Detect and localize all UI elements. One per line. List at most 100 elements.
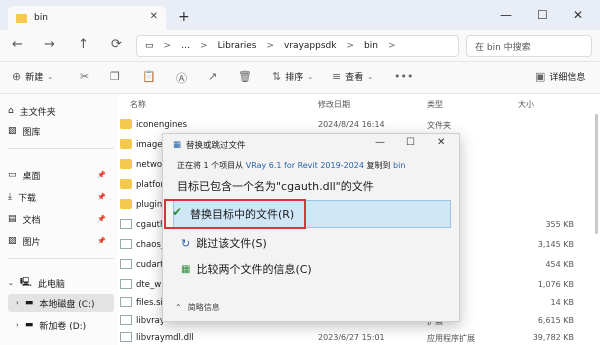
breadcrumb-more[interactable]: …	[181, 41, 190, 51]
minimize-icon[interactable]: —	[500, 8, 512, 22]
copy-prefix: 正在将 1 个项目从	[177, 161, 246, 170]
fewer-details-label: 简略信息	[187, 303, 220, 312]
copy-mid: 复制到	[363, 161, 394, 170]
column-header-date[interactable]: 修改日期	[318, 99, 350, 110]
replace-file-option[interactable]: ✔ 替换目标中的文件(R)	[164, 199, 451, 229]
paste-icon[interactable]: 📋	[142, 70, 156, 83]
file-size: 3,145 KB	[537, 240, 574, 249]
compare-icon: ▦	[181, 263, 191, 275]
file-name: chaos_	[136, 240, 166, 250]
copy-status-text: 正在将 1 个项目从 VRay 6.1 for Revit 2019-2024 …	[177, 160, 405, 171]
details-button[interactable]: ▣ 详细信息	[535, 70, 585, 83]
file-name: platfor	[136, 180, 164, 190]
minimize-icon[interactable]: —	[375, 137, 385, 148]
file-date: 2024/8/24 16:14	[318, 120, 385, 129]
sidebar-item-label: 图库	[22, 127, 41, 138]
maximize-icon[interactable]: ☐	[406, 137, 415, 148]
breadcrumb-vrayappsdk[interactable]: vrayappsdk	[284, 41, 336, 51]
breadcrumb-libraries[interactable]: Libraries	[218, 41, 257, 51]
close-window-icon[interactable]: ✕	[573, 8, 583, 22]
gallery-icon: ▨	[8, 126, 17, 136]
fewer-details-toggle[interactable]: ⌃ 简略信息	[175, 302, 220, 313]
dialog-title-bar: ▦ 替换或跳过文件	[173, 139, 246, 151]
sidebar-item-label: 图片	[22, 237, 41, 248]
divider	[8, 258, 114, 259]
drive-icon: ▬	[24, 320, 34, 330]
file-date: 2023/6/27 15:01	[318, 333, 385, 342]
chevron-down-icon: ⌄	[367, 72, 374, 81]
view-button[interactable]: ≡ 查看 ⌄	[332, 70, 373, 83]
home-icon: ⌂	[8, 106, 14, 116]
skip-file-option[interactable]: ↻ 跳过该文件(S)	[173, 229, 451, 257]
file-name: netwo	[136, 160, 163, 170]
sidebar-item-pictures[interactable]: ▨ 图片 📌	[8, 232, 114, 250]
replace-or-skip-dialog: ▦ 替换或跳过文件 — ☐ ✕ 正在将 1 个项目从 VRay 6.1 for …	[162, 133, 460, 322]
sidebar-item-gallery[interactable]: ▨ 图库	[8, 122, 114, 140]
conflict-message: 目标已包含一个名为"cgauth.dll"的文件	[177, 180, 374, 193]
new-label: 新建	[25, 73, 44, 83]
sort-button[interactable]: ⇅ 排序 ⌄	[272, 70, 313, 83]
tab-close-icon[interactable]: ✕	[150, 11, 158, 22]
file-type: 应用程序扩展	[427, 334, 475, 343]
file-name: image	[136, 140, 163, 150]
rename-icon[interactable]: Ⓐ	[176, 70, 187, 86]
table-row[interactable]: libvraymdl.dll 2023/6/27 15:01 应用程序扩展 39…	[118, 329, 588, 345]
sidebar-item-local-disk-c[interactable]: › ▬ 本地磁盘 (C:)	[8, 294, 114, 312]
column-header-type[interactable]: 类型	[427, 99, 443, 110]
file-icon	[120, 219, 132, 229]
sidebar-item-label: 本地磁盘 (C:)	[39, 299, 95, 310]
compare-files-option[interactable]: ▦ 比较两个文件的信息(C)	[173, 255, 451, 283]
sidebar-item-label: 下载	[17, 193, 36, 204]
skip-arrow-icon: ↻	[181, 236, 191, 250]
sidebar-item-downloads[interactable]: ⤓ 下载 📌	[8, 188, 114, 206]
destination-link[interactable]: bin	[393, 161, 405, 170]
forward-icon[interactable]: →	[44, 37, 55, 52]
source-link[interactable]: VRay 6.1 for Revit 2019-2024	[246, 161, 364, 170]
sidebar-item-label: 此电脑	[37, 279, 65, 290]
maximize-icon[interactable]: ☐	[537, 8, 548, 22]
sidebar-item-home[interactable]: ⌂ 主文件夹	[8, 102, 114, 120]
sort-icon: ⇅	[272, 70, 282, 83]
file-name: plugin	[136, 200, 163, 210]
view-icon: ≡	[332, 70, 342, 83]
breadcrumb-separator: >	[200, 41, 208, 51]
search-input[interactable]: 在 bin 中搜索	[466, 35, 592, 57]
tab-bin[interactable]: bin ✕	[8, 6, 166, 30]
chevron-right-icon: ›	[16, 321, 19, 329]
column-header-size[interactable]: 大小	[518, 99, 534, 110]
sidebar-item-volume-d[interactable]: › ▬ 新加卷 (D:)	[8, 316, 114, 334]
breadcrumb-bin[interactable]: bin	[364, 41, 378, 51]
sidebar-item-desktop[interactable]: ▭ 桌面 📌	[8, 166, 114, 184]
share-icon[interactable]: ↗	[208, 70, 217, 83]
replace-highlight: ✔ 替换目标中的文件(R)	[164, 199, 307, 229]
back-icon[interactable]: ←	[12, 37, 23, 52]
checkmark-icon: ✔	[172, 205, 183, 219]
new-tab-button[interactable]: +	[178, 9, 190, 25]
file-icon	[120, 332, 132, 342]
file-size: 39,782 KB	[532, 333, 574, 342]
skip-label: 跳过该文件(S)	[196, 237, 267, 250]
column-header-name[interactable]: 名称	[130, 99, 146, 110]
breadcrumb-separator: >	[346, 41, 355, 51]
cut-icon[interactable]: ✂	[80, 70, 89, 83]
refresh-icon[interactable]: ⟳	[111, 37, 122, 52]
sidebar-item-documents[interactable]: ▤ 文档 📌	[8, 210, 114, 228]
view-label: 查看	[345, 73, 364, 83]
folder-icon	[120, 199, 132, 209]
file-size: 1,076 KB	[537, 280, 574, 289]
sidebar-item-label: 桌面	[22, 171, 41, 182]
copy-icon[interactable]: ❐	[110, 70, 120, 83]
new-button[interactable]: ⊕ 新建 ⌄	[12, 70, 53, 83]
sort-label: 排序	[285, 73, 304, 83]
more-options-icon[interactable]: •••	[394, 70, 413, 83]
up-icon[interactable]: ↑	[78, 37, 89, 52]
sidebar-item-this-pc[interactable]: ⌄ 🖳 此电脑	[8, 274, 114, 292]
close-icon[interactable]: ✕	[437, 137, 445, 148]
file-name: files.si	[136, 298, 163, 308]
file-size: 6,615 KB	[537, 316, 574, 325]
chevron-up-icon: ⌃	[175, 303, 182, 312]
scrollbar[interactable]	[595, 114, 598, 234]
delete-icon[interactable]: 🗑	[238, 70, 252, 83]
pin-icon: 📌	[97, 237, 106, 245]
address-bar[interactable]: ▭ > … > Libraries > vrayappsdk > bin >	[136, 35, 459, 57]
